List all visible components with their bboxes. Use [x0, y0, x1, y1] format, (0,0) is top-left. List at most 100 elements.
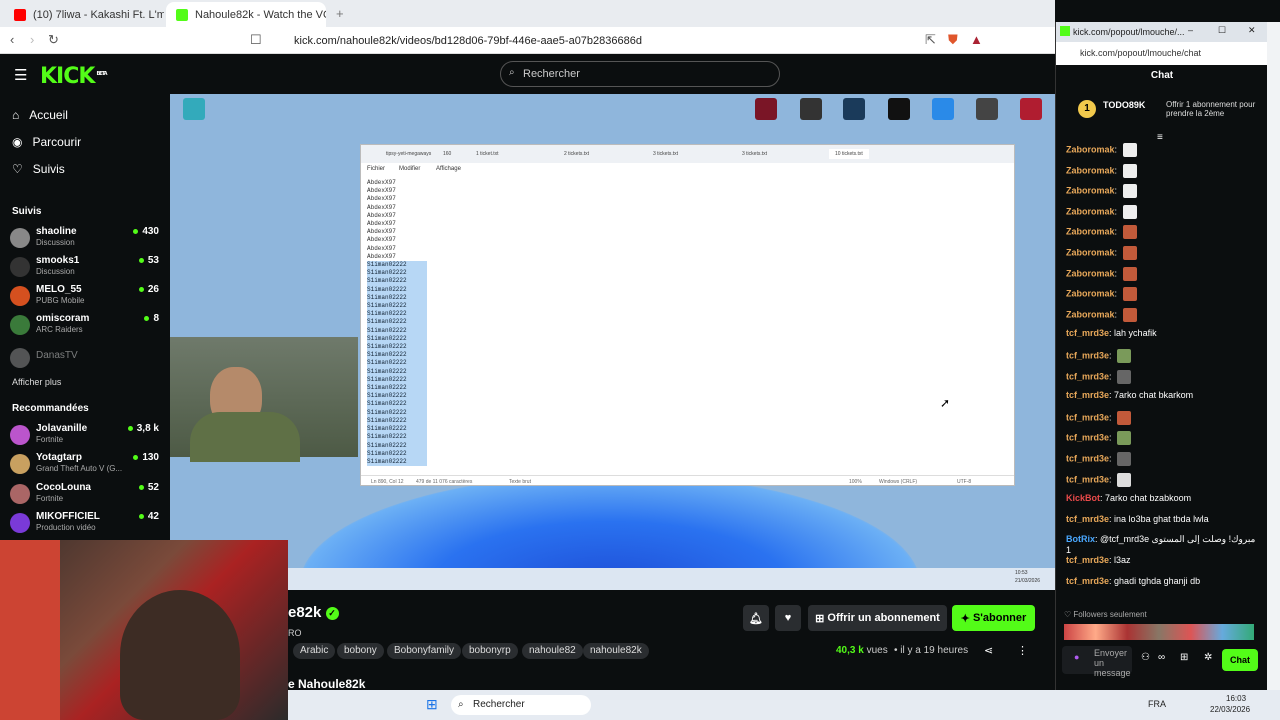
- new-tab-icon[interactable]: +: [336, 6, 344, 21]
- send-chat-button[interactable]: Chat: [1222, 649, 1258, 671]
- viewer-count: 8: [144, 313, 159, 324]
- chat-username[interactable]: tcf_mrd3e: [1066, 433, 1109, 443]
- followers-only-label: Followers seulement: [1073, 610, 1147, 619]
- back-icon[interactable]: ‹: [10, 32, 14, 47]
- chat-username[interactable]: Zaboromak: [1066, 165, 1115, 175]
- settings-icon[interactable]: ✲: [1204, 652, 1212, 663]
- notification-button[interactable]: 🔔︎: [743, 605, 769, 631]
- more-options-icon[interactable]: ⋮: [1017, 644, 1028, 657]
- chat-username[interactable]: tcf_mrd3e: [1066, 328, 1109, 338]
- taskbar-search[interactable]: ⌕ Rechercher: [451, 695, 591, 715]
- notepad-text: AbdexX97 AbdexX97 AbdexX97 AbdexX97 AbdexX97…: [367, 179, 427, 467]
- followed-channel-offline[interactable]: DanasTV: [10, 346, 165, 374]
- gift-sub-button[interactable]: ⊞ Offrir un abonnement: [808, 605, 947, 631]
- gift-icon[interactable]: ⊞: [1180, 652, 1188, 663]
- video-player[interactable]: tipsy-yeti-megaways 160 1 ticket.txt 2 t…: [170, 94, 1055, 590]
- chat-username[interactable]: tcf_mrd3e: [1066, 390, 1109, 400]
- chat-username[interactable]: tcf_mrd3e: [1066, 474, 1109, 484]
- tag[interactable]: bobony: [337, 643, 384, 659]
- tag[interactable]: Arabic: [293, 643, 336, 659]
- search-input[interactable]: ⌕ Rechercher: [500, 61, 780, 87]
- forward-icon[interactable]: ›: [30, 32, 34, 47]
- viewer-count: 130: [133, 452, 159, 463]
- jersey: [0, 540, 60, 720]
- close-icon[interactable]: ✕: [1248, 25, 1256, 36]
- tag[interactable]: nahoule82: [522, 643, 583, 659]
- emote-row[interactable]: [1064, 624, 1254, 640]
- sidebar-item-accueil[interactable]: ⌂ Accueil: [12, 108, 68, 122]
- chat-username[interactable]: KickBot: [1066, 493, 1100, 503]
- browser-tab-youtube[interactable]: (10) 7liwa - Kakashi Ft. L'morphine -: [4, 2, 164, 27]
- tag[interactable]: nahoule82k: [583, 643, 649, 659]
- notepad-line: AbdexX97: [367, 211, 396, 219]
- recommended-channel[interactable]: MIKOFFICIEL Production vidéo 42: [10, 511, 165, 539]
- chat-username[interactable]: Zaboromak: [1066, 227, 1115, 237]
- taskbar-search-label: Rechercher: [473, 699, 525, 710]
- language-indicator[interactable]: FRA: [1148, 699, 1166, 709]
- inner-taskbar: 10:53 21/03/2026: [170, 568, 1055, 590]
- gift-offer-text[interactable]: Offrir 1 abonnement pour prendre la 2ème: [1166, 100, 1258, 118]
- recommended-channel[interactable]: CocoLouna Fortnite 52: [10, 482, 165, 510]
- chat-username[interactable]: Zaboromak: [1066, 206, 1115, 216]
- sidebar-item-suivis[interactable]: ♡ Suivis: [12, 162, 65, 176]
- show-more-link[interactable]: Afficher plus: [12, 377, 61, 387]
- brave-shield-icon[interactable]: ⛊: [948, 32, 958, 48]
- sidebar-item-parcourir[interactable]: ◉ Parcourir: [12, 135, 81, 149]
- chat-username[interactable]: Zaboromak: [1066, 247, 1115, 257]
- recommended-channel[interactable]: Yotagtarp Grand Theft Auto V (G... 130: [10, 452, 165, 480]
- view-count: 40,3 k vues: [836, 645, 888, 656]
- kick-logo[interactable]: KICK BETA: [40, 64, 108, 89]
- chat-username[interactable]: tcf_mrd3e: [1066, 412, 1109, 422]
- chat-input[interactable]: ● Envoyer un message: [1062, 646, 1132, 678]
- url-field[interactable]: kick.com/nahoule82k/videos/bd128d06-79bf…: [270, 30, 1000, 52]
- chat-message: Zaboromak:: [1066, 266, 1261, 281]
- chat-username[interactable]: tcf_mrd3e: [1066, 453, 1109, 463]
- chat-username[interactable]: Zaboromak: [1066, 309, 1115, 319]
- recommended-channel[interactable]: Jolavanille Fortnite 3,8 k: [10, 423, 165, 451]
- chat-emote: [1122, 246, 1137, 260]
- chat-username[interactable]: BotRix: [1066, 534, 1095, 544]
- tab-title: Nahoule82k - Watch the VOD: [195, 8, 326, 21]
- menu-icon[interactable]: ☰: [14, 66, 27, 84]
- chat-username[interactable]: tcf_mrd3e: [1066, 555, 1109, 565]
- share-icon[interactable]: ⋖: [984, 644, 993, 657]
- channel-name: smooks1: [36, 255, 80, 266]
- maximize-icon[interactable]: ☐: [1218, 25, 1226, 36]
- minimize-icon[interactable]: –: [1188, 25, 1193, 35]
- share-icon[interactable]: ⇱: [925, 32, 936, 48]
- chat-username[interactable]: Zaboromak: [1066, 144, 1115, 154]
- emote-icon[interactable]: ⚇: [1141, 652, 1150, 663]
- chat-username[interactable]: Zaboromak: [1066, 186, 1115, 196]
- windows-start-icon[interactable]: ⊞: [426, 696, 438, 713]
- chat-message: Zaboromak:: [1066, 184, 1261, 199]
- followed-channel[interactable]: shaoline Discussion 430: [10, 226, 165, 254]
- home-icon: ⌂: [12, 108, 20, 122]
- notepad-tab: 1 ticket.txt: [476, 151, 499, 157]
- followed-channel[interactable]: omiscoram ARC Raiders 8: [10, 313, 165, 341]
- chat-username[interactable]: tcf_mrd3e: [1066, 514, 1109, 524]
- reload-icon[interactable]: ↻: [48, 32, 59, 48]
- chat-username[interactable]: Zaboromak: [1066, 289, 1115, 299]
- channel-name[interactable]: e82k ✓: [288, 604, 339, 621]
- follow-button[interactable]: ♥: [775, 605, 801, 631]
- chat-separator: :: [1114, 226, 1120, 237]
- chat-username[interactable]: tcf_mrd3e: [1066, 350, 1109, 360]
- brave-rewards-icon[interactable]: ▲: [970, 32, 983, 47]
- popout-url[interactable]: kick.com/popout/lmouche/chat: [1056, 42, 1268, 65]
- chat-username[interactable]: Zaboromak: [1066, 268, 1115, 278]
- chat-username[interactable]: tcf_mrd3e: [1066, 576, 1109, 586]
- notepad-line-selected: S1iman02222: [367, 375, 427, 385]
- age-text: il y a 19 heures: [900, 645, 969, 656]
- chat-username[interactable]: tcf_mrd3e: [1066, 371, 1109, 381]
- browser-tab-kick[interactable]: Nahoule82k - Watch the VOD: [166, 2, 326, 27]
- chat-emote: [1117, 431, 1132, 446]
- subscribe-button[interactable]: ✦ S'abonner: [952, 605, 1035, 631]
- followed-channel[interactable]: smooks1 Discussion 53: [10, 255, 165, 283]
- bookmark-icon[interactable]: ☐: [250, 32, 262, 48]
- notepad-line-selected: S1iman02222: [367, 318, 427, 327]
- tag[interactable]: Bobonyfamily: [387, 643, 462, 659]
- link-icon[interactable]: ∞: [1158, 652, 1165, 663]
- notepad-line-selected: S1iman02222: [367, 343, 427, 352]
- followed-channel[interactable]: MELO_55 PUBG Mobile 26: [10, 284, 165, 312]
- tag[interactable]: bobonyrp: [462, 643, 518, 659]
